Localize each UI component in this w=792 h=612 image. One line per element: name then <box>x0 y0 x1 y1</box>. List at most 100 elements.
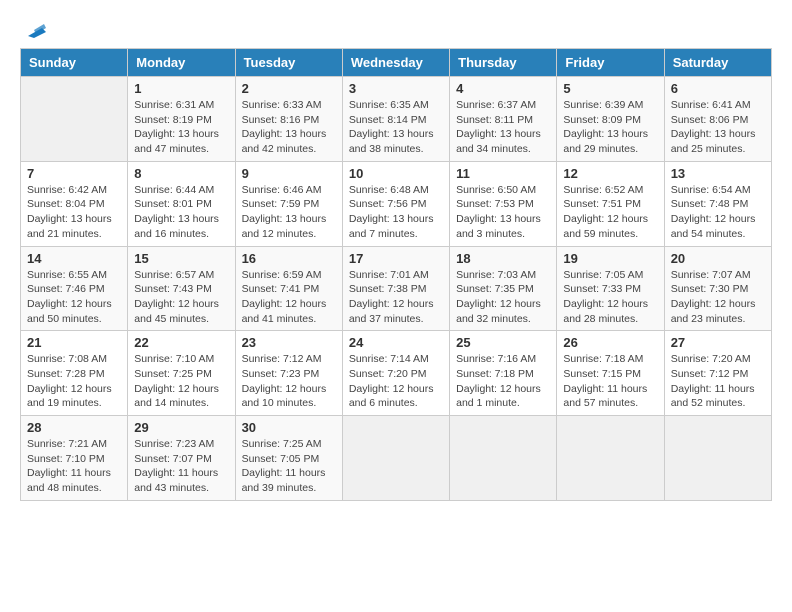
calendar-cell: 19Sunrise: 7:05 AM Sunset: 7:33 PM Dayli… <box>557 246 664 331</box>
calendar-week-2: 7 Sunrise: 6:42 AM Sunset: 8:04 PM Daylig… <box>21 161 772 246</box>
day-number: 4 <box>456 81 550 96</box>
day-detail: Sunrise: 7:08 AM Sunset: 7:28 PM Dayligh… <box>27 352 121 411</box>
day-detail: Sunrise: 6:50 AM Sunset: 7:53 PM Dayligh… <box>456 183 550 242</box>
day-number: 10 <box>349 166 443 181</box>
day-number: 5 <box>563 81 657 96</box>
logo-icon <box>24 20 46 38</box>
calendar-cell: 20 Sunrise: 7:07 AM Sunset: 7:30 PM Dayli… <box>664 246 771 331</box>
day-number: 8 <box>134 166 228 181</box>
day-detail: Sunrise: 6:59 AM Sunset: 7:41 PM Dayligh… <box>242 268 336 327</box>
day-number: 29 <box>134 420 228 435</box>
day-number: 6 <box>671 81 765 96</box>
day-detail: Sunrise: 7:07 AM Sunset: 7:30 PM Dayligh… <box>671 268 765 327</box>
day-number: 25 <box>456 335 550 350</box>
calendar-cell <box>664 416 771 501</box>
calendar-cell: 7 Sunrise: 6:42 AM Sunset: 8:04 PM Daylig… <box>21 161 128 246</box>
calendar-week-4: 21 Sunrise: 7:08 AM Sunset: 7:28 PM Dayli… <box>21 331 772 416</box>
day-detail: Sunrise: 7:03 AM Sunset: 7:35 PM Dayligh… <box>456 268 550 327</box>
day-detail: Sunrise: 7:18 AM Sunset: 7:15 PM Dayligh… <box>563 352 657 411</box>
day-detail: Sunrise: 7:10 AM Sunset: 7:25 PM Dayligh… <box>134 352 228 411</box>
calendar-cell: 21 Sunrise: 7:08 AM Sunset: 7:28 PM Dayli… <box>21 331 128 416</box>
calendar-cell <box>21 77 128 162</box>
day-detail: Sunrise: 6:42 AM Sunset: 8:04 PM Dayligh… <box>27 183 121 242</box>
day-number: 11 <box>456 166 550 181</box>
day-number: 9 <box>242 166 336 181</box>
day-number: 18 <box>456 251 550 266</box>
day-detail: Sunrise: 6:54 AM Sunset: 7:48 PM Dayligh… <box>671 183 765 242</box>
day-number: 7 <box>27 166 121 181</box>
day-number: 14 <box>27 251 121 266</box>
day-detail: Sunrise: 6:57 AM Sunset: 7:43 PM Dayligh… <box>134 268 228 327</box>
day-detail: Sunrise: 6:37 AM Sunset: 8:11 PM Dayligh… <box>456 98 550 157</box>
weekday-header-sunday: Sunday <box>21 49 128 77</box>
day-detail: Sunrise: 6:41 AM Sunset: 8:06 PM Dayligh… <box>671 98 765 157</box>
calendar-header-row: SundayMondayTuesdayWednesdayThursdayFrid… <box>21 49 772 77</box>
day-detail: Sunrise: 6:55 AM Sunset: 7:46 PM Dayligh… <box>27 268 121 327</box>
calendar-cell: 1 Sunrise: 6:31 AM Sunset: 8:19 PM Daylig… <box>128 77 235 162</box>
calendar-week-1: 1 Sunrise: 6:31 AM Sunset: 8:19 PM Daylig… <box>21 77 772 162</box>
day-number: 15 <box>134 251 228 266</box>
day-number: 16 <box>242 251 336 266</box>
calendar-cell: 28 Sunrise: 7:21 AM Sunset: 7:10 PM Dayli… <box>21 416 128 501</box>
weekday-header-friday: Friday <box>557 49 664 77</box>
day-detail: Sunrise: 7:12 AM Sunset: 7:23 PM Dayligh… <box>242 352 336 411</box>
day-number: 2 <box>242 81 336 96</box>
weekday-header-thursday: Thursday <box>450 49 557 77</box>
calendar-cell: 22 Sunrise: 7:10 AM Sunset: 7:25 PM Dayli… <box>128 331 235 416</box>
day-number: 17 <box>349 251 443 266</box>
day-detail: Sunrise: 6:39 AM Sunset: 8:09 PM Dayligh… <box>563 98 657 157</box>
calendar-cell: 25 Sunrise: 7:16 AM Sunset: 7:18 PM Dayli… <box>450 331 557 416</box>
day-detail: Sunrise: 6:48 AM Sunset: 7:56 PM Dayligh… <box>349 183 443 242</box>
calendar-cell: 15 Sunrise: 6:57 AM Sunset: 7:43 PM Dayli… <box>128 246 235 331</box>
calendar-cell: 24Sunrise: 7:14 AM Sunset: 7:20 PM Dayli… <box>342 331 449 416</box>
calendar-cell: 9 Sunrise: 6:46 AM Sunset: 7:59 PM Daylig… <box>235 161 342 246</box>
calendar-cell: 17 Sunrise: 7:01 AM Sunset: 7:38 PM Dayli… <box>342 246 449 331</box>
day-number: 26 <box>563 335 657 350</box>
day-number: 30 <box>242 420 336 435</box>
calendar-cell: 23 Sunrise: 7:12 AM Sunset: 7:23 PM Dayli… <box>235 331 342 416</box>
calendar-cell: 12Sunrise: 6:52 AM Sunset: 7:51 PM Dayli… <box>557 161 664 246</box>
day-detail: Sunrise: 7:25 AM Sunset: 7:05 PM Dayligh… <box>242 437 336 496</box>
weekday-header-monday: Monday <box>128 49 235 77</box>
weekday-header-saturday: Saturday <box>664 49 771 77</box>
day-number: 28 <box>27 420 121 435</box>
calendar-cell: 13 Sunrise: 6:54 AM Sunset: 7:48 PM Dayli… <box>664 161 771 246</box>
day-detail: Sunrise: 6:44 AM Sunset: 8:01 PM Dayligh… <box>134 183 228 242</box>
day-detail: Sunrise: 7:20 AM Sunset: 7:12 PM Dayligh… <box>671 352 765 411</box>
calendar-week-3: 14 Sunrise: 6:55 AM Sunset: 7:46 PM Dayli… <box>21 246 772 331</box>
day-detail: Sunrise: 7:16 AM Sunset: 7:18 PM Dayligh… <box>456 352 550 411</box>
calendar-cell: 26 Sunrise: 7:18 AM Sunset: 7:15 PM Dayli… <box>557 331 664 416</box>
calendar-cell: 6 Sunrise: 6:41 AM Sunset: 8:06 PM Daylig… <box>664 77 771 162</box>
calendar-table: SundayMondayTuesdayWednesdayThursdayFrid… <box>20 48 772 501</box>
day-number: 20 <box>671 251 765 266</box>
calendar-cell: 30 Sunrise: 7:25 AM Sunset: 7:05 PM Dayli… <box>235 416 342 501</box>
calendar-cell: 11 Sunrise: 6:50 AM Sunset: 7:53 PM Dayli… <box>450 161 557 246</box>
weekday-header-wednesday: Wednesday <box>342 49 449 77</box>
calendar-cell: 16 Sunrise: 6:59 AM Sunset: 7:41 PM Dayli… <box>235 246 342 331</box>
calendar-cell <box>450 416 557 501</box>
calendar-cell: 4 Sunrise: 6:37 AM Sunset: 8:11 PM Daylig… <box>450 77 557 162</box>
page-header <box>20 20 772 38</box>
day-number: 1 <box>134 81 228 96</box>
weekday-header-tuesday: Tuesday <box>235 49 342 77</box>
calendar-cell: 5 Sunrise: 6:39 AM Sunset: 8:09 PM Daylig… <box>557 77 664 162</box>
calendar-cell <box>557 416 664 501</box>
day-detail: Sunrise: 6:31 AM Sunset: 8:19 PM Dayligh… <box>134 98 228 157</box>
day-number: 19 <box>563 251 657 266</box>
day-detail: Sunrise: 7:23 AM Sunset: 7:07 PM Dayligh… <box>134 437 228 496</box>
logo <box>20 20 46 38</box>
day-number: 21 <box>27 335 121 350</box>
calendar-cell: 18 Sunrise: 7:03 AM Sunset: 7:35 PM Dayli… <box>450 246 557 331</box>
day-detail: Sunrise: 7:01 AM Sunset: 7:38 PM Dayligh… <box>349 268 443 327</box>
calendar-cell: 14 Sunrise: 6:55 AM Sunset: 7:46 PM Dayli… <box>21 246 128 331</box>
day-number: 13 <box>671 166 765 181</box>
day-number: 27 <box>671 335 765 350</box>
day-detail: Sunrise: 6:46 AM Sunset: 7:59 PM Dayligh… <box>242 183 336 242</box>
day-number: 12 <box>563 166 657 181</box>
calendar-cell <box>342 416 449 501</box>
calendar-cell: 2Sunrise: 6:33 AM Sunset: 8:16 PM Daylig… <box>235 77 342 162</box>
day-number: 22 <box>134 335 228 350</box>
day-detail: Sunrise: 7:21 AM Sunset: 7:10 PM Dayligh… <box>27 437 121 496</box>
day-detail: Sunrise: 6:35 AM Sunset: 8:14 PM Dayligh… <box>349 98 443 157</box>
day-number: 23 <box>242 335 336 350</box>
